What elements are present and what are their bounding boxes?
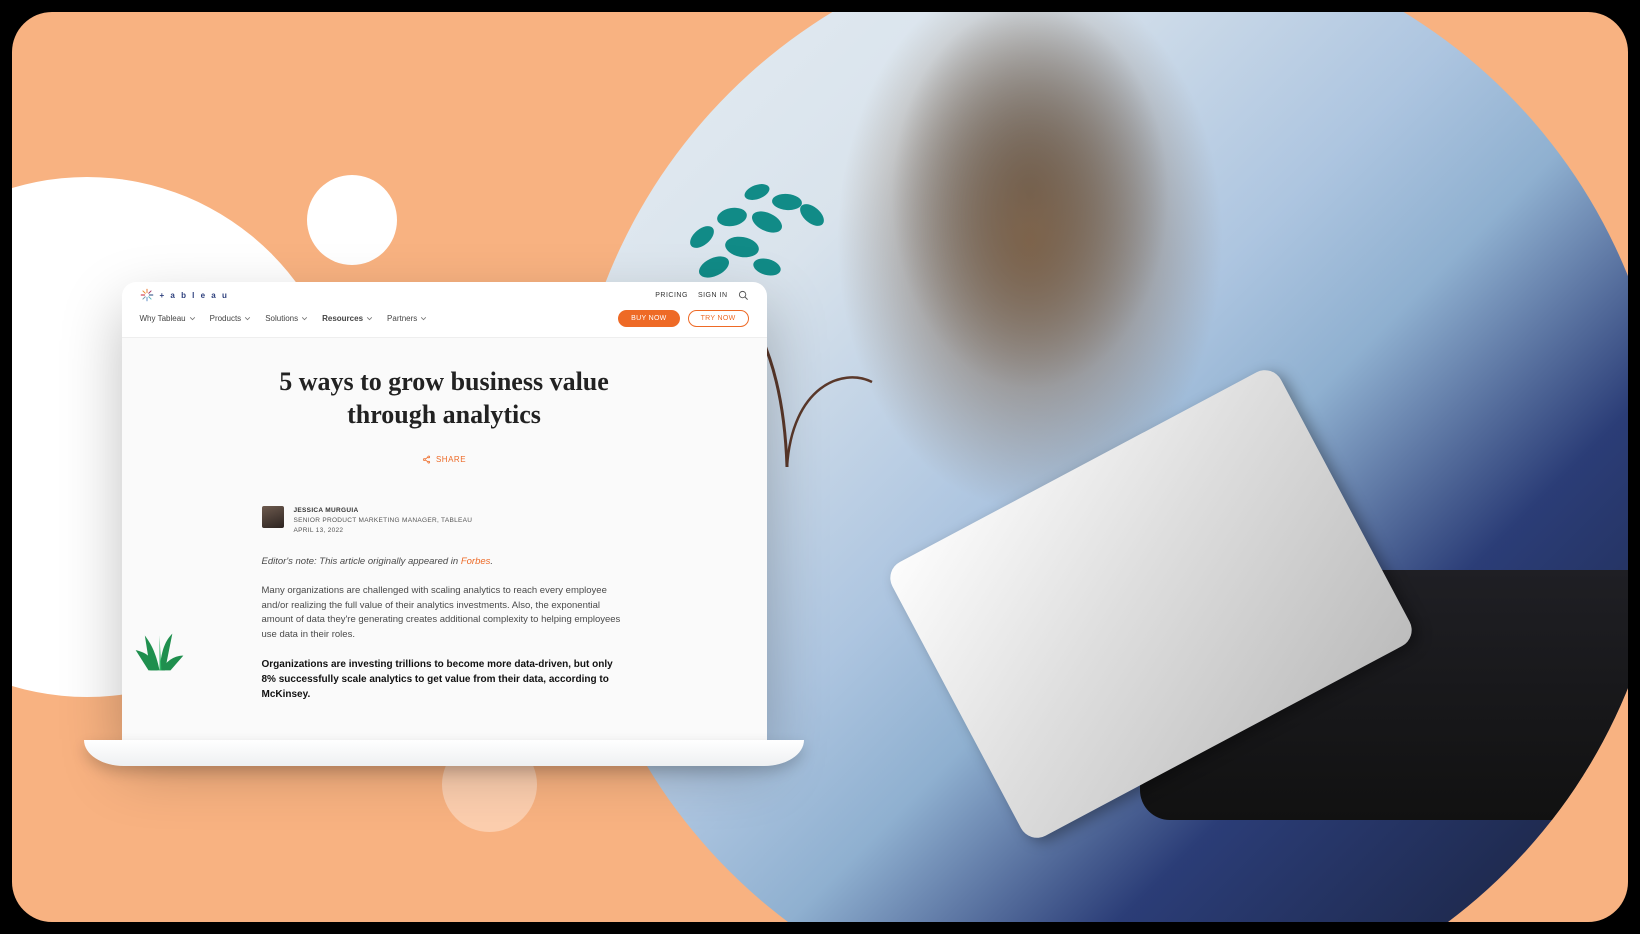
nav-resources-label: Resources <box>322 314 363 323</box>
chevron-down-icon <box>244 315 251 322</box>
nav-solutions[interactable]: Solutions <box>265 314 308 323</box>
nav-solutions-label: Solutions <box>265 314 298 323</box>
chevron-down-icon <box>420 315 427 322</box>
deco-circle-small <box>307 175 397 265</box>
article-date: APRIL 13, 2022 <box>294 526 473 536</box>
article-bold-statement: Organizations are investing trillions to… <box>262 657 627 702</box>
author-name: JESSICA MURGUIA <box>294 506 473 516</box>
article-title: 5 ways to grow business value through an… <box>262 366 627 431</box>
article-body: 5 ways to grow business value through an… <box>122 338 767 742</box>
article-text: Editor's note: This article originally a… <box>262 555 627 702</box>
editor-note-prefix: Editor's note: This article originally a… <box>262 556 461 567</box>
laptop-screen: + a b l e a u PRICING SIGN IN Why Tablea… <box>122 282 767 742</box>
nav-partners[interactable]: Partners <box>387 314 427 323</box>
laptop-base <box>84 740 804 766</box>
nav-why-label: Why Tableau <box>140 314 186 323</box>
chevron-down-icon <box>366 315 373 322</box>
site-nav-row: Why Tableau Products Solutions Resources <box>122 302 767 338</box>
site-topbar: + a b l e a u PRICING SIGN IN <box>122 282 767 302</box>
nav-why[interactable]: Why Tableau <box>140 314 196 323</box>
grass-illustration <box>132 632 187 672</box>
main-nav: Why Tableau Products Solutions Resources <box>140 314 428 323</box>
nav-resources[interactable]: Resources <box>322 314 373 323</box>
article-para-1: Many organizations are challenged with s… <box>262 584 627 643</box>
buy-now-button[interactable]: BUY NOW <box>618 310 679 327</box>
chevron-down-icon <box>189 315 196 322</box>
editor-note: Editor's note: This article originally a… <box>262 555 627 570</box>
share-label: SHARE <box>436 455 466 464</box>
top-utility-links: PRICING SIGN IN <box>655 290 748 301</box>
search-icon[interactable] <box>738 290 749 301</box>
tableau-logo-icon <box>140 288 154 302</box>
chevron-down-icon <box>301 315 308 322</box>
byline: JESSICA MURGUIA SENIOR PRODUCT MARKETING… <box>262 506 627 535</box>
nav-partners-label: Partners <box>387 314 417 323</box>
signin-link[interactable]: SIGN IN <box>698 292 728 299</box>
pricing-link[interactable]: PRICING <box>655 292 688 299</box>
hero-card: + a b l e a u PRICING SIGN IN Why Tablea… <box>12 12 1628 922</box>
editor-note-source[interactable]: Forbes <box>461 556 491 567</box>
share-button[interactable]: SHARE <box>262 455 627 464</box>
brand-name: + a b l e a u <box>160 291 229 300</box>
nav-products-label: Products <box>210 314 242 323</box>
nav-products[interactable]: Products <box>210 314 252 323</box>
author-role: SENIOR PRODUCT MARKETING MANAGER, TABLEA… <box>294 516 473 526</box>
brand-logo[interactable]: + a b l e a u <box>140 288 229 302</box>
byline-text: JESSICA MURGUIA SENIOR PRODUCT MARKETING… <box>294 506 473 535</box>
editor-note-period: . <box>490 556 493 567</box>
author-avatar <box>262 506 284 528</box>
try-now-button[interactable]: TRY NOW <box>688 310 749 327</box>
laptop-mockup: + a b l e a u PRICING SIGN IN Why Tablea… <box>84 282 804 766</box>
share-icon <box>422 455 431 464</box>
cta-group: BUY NOW TRY NOW <box>618 310 748 327</box>
